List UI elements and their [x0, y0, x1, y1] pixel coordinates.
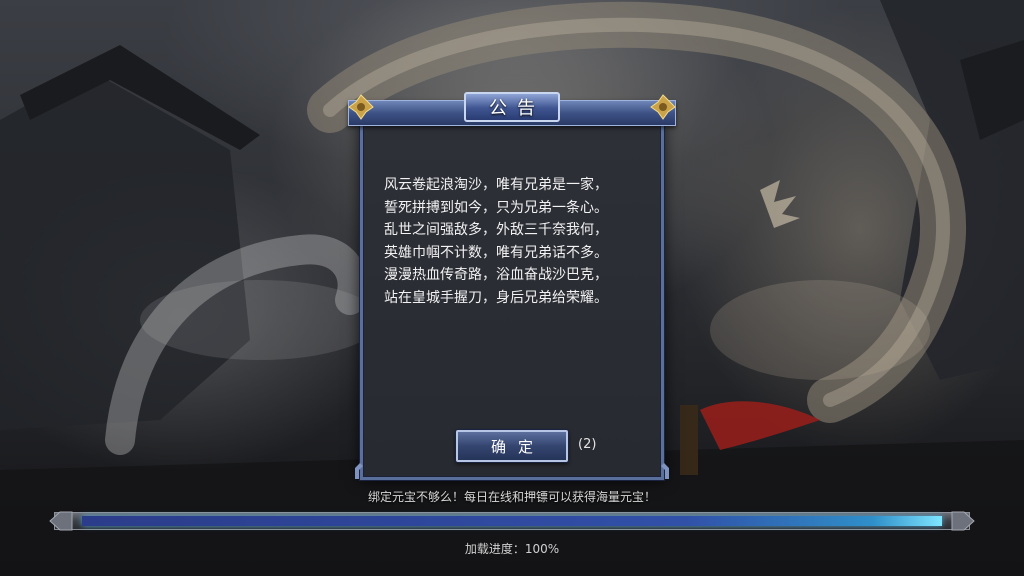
corner-ornament-icon: [661, 463, 669, 479]
notice-line: 乱世之间强敌多，外敌三千奈我何，: [384, 222, 608, 238]
countdown-timer: (2): [578, 437, 597, 452]
notice-line: 风云卷起浪淘沙，唯有兄弟是一家，: [384, 177, 608, 193]
notice-line: 英雄巾帼不计数，唯有兄弟话不多。: [384, 244, 608, 261]
gold-ornament-icon: [650, 94, 676, 120]
progress-left-cap-icon: [49, 511, 73, 531]
dialog-title: 公告: [464, 92, 560, 122]
progress-label: 加载进度：100%: [464, 542, 560, 556]
confirm-button[interactable]: 确定: [456, 430, 568, 462]
progress-bar-fill: [82, 516, 942, 526]
progress-right-cap-icon: [951, 511, 975, 531]
gold-ornament-icon: [348, 94, 374, 120]
progress-bar: [82, 516, 942, 526]
notice-line: 站在皇城手握刀，身后兄弟给荣耀。: [384, 289, 608, 306]
notice-text: 风云卷起浪淘沙，唯有兄弟是一家， 誓死拼搏到如今，只为兄弟一条心。 乱世之间强敌…: [384, 174, 644, 309]
notice-line: 漫漫热血传奇路，浴血奋战沙巴克，: [384, 267, 608, 283]
corner-ornament-icon: [355, 463, 363, 479]
notice-line: 誓死拼搏到如今，只为兄弟一条心。: [384, 199, 608, 216]
loading-tip: 绑定元宝不够么！每日在线和押镖可以获得海量元宝！: [367, 490, 656, 504]
